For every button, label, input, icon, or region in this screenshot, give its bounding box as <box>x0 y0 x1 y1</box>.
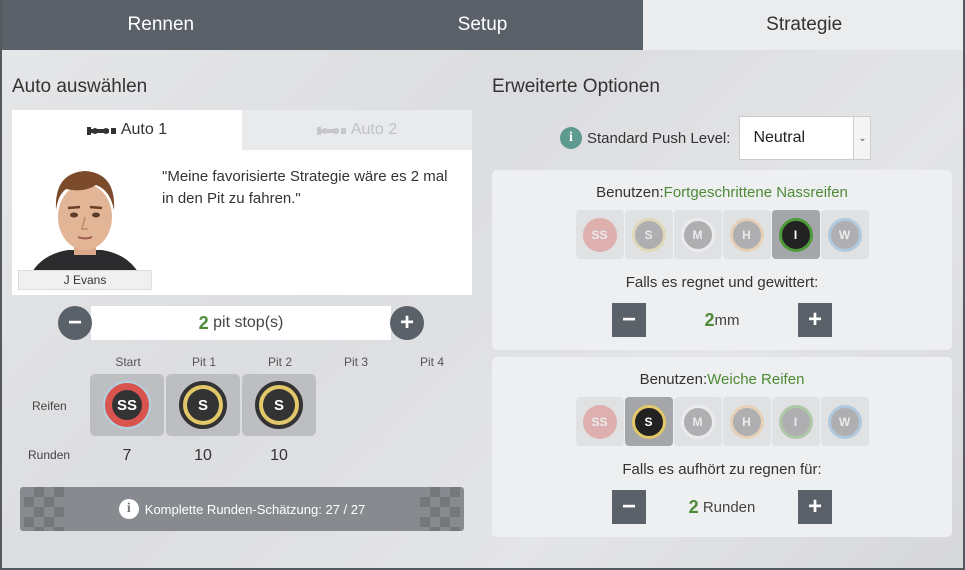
dry-tire-use: Benutzen:Weiche Reifen <box>639 371 805 388</box>
tire-hard-icon: H <box>729 217 764 252</box>
tire-option-ss[interactable]: SS <box>575 397 624 446</box>
car-icon <box>86 124 117 136</box>
tab-setup[interactable]: Setup <box>321 0 644 50</box>
tire-medium-icon: M <box>680 404 715 439</box>
car-tabs: Auto 1 Auto 2 <box>12 110 472 150</box>
pit-header-start: Start <box>115 355 141 369</box>
car-card: Auto 1 Auto 2 J Evans "Meine favorisiert… <box>12 110 472 295</box>
pit-stop-count: 2 pit stop(s) <box>91 306 391 340</box>
select-car-title: Auto auswählen <box>12 76 148 97</box>
pit-stop-stepper: − 2 pit stop(s) + <box>58 306 424 340</box>
rain-amount-value: 2 mm <box>704 309 740 330</box>
pit-header-4: Pit 4 <box>419 355 444 369</box>
tab-car-1[interactable]: Auto 1 <box>12 110 242 150</box>
tab-rennen[interactable]: Rennen <box>0 0 322 50</box>
tire-supersoft-icon: SS <box>582 404 617 439</box>
wet-tire-options: Benutzen:Fortgeschrittene Nassreifen SS … <box>492 170 952 350</box>
advanced-options-title: Erweiterte Optionen <box>492 76 660 97</box>
tire-option-h[interactable]: H <box>722 397 771 446</box>
car-icon <box>316 124 347 136</box>
push-level-row: i Standard Push Level: Neutral ⌄ <box>560 116 872 160</box>
checkered-flag-icon <box>24 487 64 531</box>
pit-header-1: Pit 1 <box>191 355 216 369</box>
tire-option-w[interactable]: W <box>820 210 869 259</box>
tire-soft-icon: S <box>631 217 666 252</box>
wet-condition-label: Falls es regnet und gewittert: <box>625 274 819 291</box>
pit-header-2: Pit 2 <box>267 355 292 369</box>
tire-option-w[interactable]: W <box>820 397 869 446</box>
info-icon[interactable]: i <box>560 127 582 149</box>
laps-row-label: Runden <box>28 448 71 462</box>
push-level-label: Standard Push Level: <box>587 129 731 147</box>
tire-option-m[interactable]: M <box>673 210 722 259</box>
car-2-label: Auto 2 <box>350 121 398 138</box>
tab-car-2[interactable]: Auto 2 <box>242 110 472 150</box>
tab-strategie[interactable]: Strategie <box>643 0 965 50</box>
dry-laps-increase-button[interactable]: + <box>798 490 832 524</box>
dry-tire-name: Weiche Reifen <box>707 371 805 388</box>
chevron-down-icon: ⌄ <box>853 117 871 159</box>
dry-laps-decrease-button[interactable]: − <box>612 490 646 524</box>
tire-option-i[interactable]: I <box>771 397 820 446</box>
tire-hard-icon: H <box>729 404 764 439</box>
tire-supersoft-icon: SS <box>582 217 617 252</box>
tire-intermediate-icon: I <box>778 217 813 252</box>
pit-stop-number: 2 <box>198 312 209 333</box>
checkered-flag-icon <box>420 487 460 531</box>
tire-wet-icon: W <box>827 404 862 439</box>
lap-estimate-text: Komplette Runden-Schätzung: 27 / 27 <box>144 501 366 517</box>
stint-tire-pit-1[interactable]: S <box>166 374 240 436</box>
dry-laps-value: 2 Runden <box>688 496 756 517</box>
lap-estimate-bar: i Komplette Runden-Schätzung: 27 / 27 <box>20 487 464 531</box>
tires-row-label: Reifen <box>32 399 67 413</box>
tire-intermediate-icon: I <box>778 404 813 439</box>
main-tabs: Rennen Setup Strategie <box>0 0 965 50</box>
pit-stop-decrease-button[interactable]: − <box>58 306 92 340</box>
dry-condition-label: Falls es aufhört zu regnen für: <box>622 461 822 478</box>
wet-tire-use: Benutzen:Fortgeschrittene Nassreifen <box>596 184 848 201</box>
info-icon: i <box>118 499 139 519</box>
pit-stop-label: pit stop(s) <box>213 314 284 331</box>
tire-soft-icon: S <box>631 404 666 439</box>
wet-tire-selector: SS S M H I W <box>492 210 952 259</box>
tire-soft-icon: S <box>179 381 227 429</box>
tire-soft-icon: S <box>255 381 303 429</box>
push-level-value: Neutral <box>753 129 806 146</box>
stint-tire-start[interactable]: SS <box>90 374 164 436</box>
tire-medium-icon: M <box>680 217 715 252</box>
dry-tire-selector: SS S M H I W <box>492 397 952 446</box>
tire-option-s[interactable]: S <box>624 210 673 259</box>
stint-tire-pit-2[interactable]: S <box>242 374 316 436</box>
tire-option-h[interactable]: H <box>722 210 771 259</box>
pit-header-3: Pit 3 <box>343 355 368 369</box>
wet-tire-name: Fortgeschrittene Nassreifen <box>663 184 848 201</box>
pit-headers: Start Pit 1 Pit 2 Pit 3 Pit 4 <box>90 355 470 369</box>
tire-option-m[interactable]: M <box>673 397 722 446</box>
tire-option-i[interactable]: I <box>771 210 820 259</box>
tire-wet-icon: W <box>827 217 862 252</box>
tire-option-ss[interactable]: SS <box>575 210 624 259</box>
stint-laps-pit-2: 10 <box>270 447 288 464</box>
rain-amount-stepper: − 2 mm + <box>492 303 952 337</box>
driver-name: J Evans <box>18 270 152 290</box>
stint-laps-start: 7 <box>122 447 132 464</box>
push-level-select[interactable]: Neutral ⌄ <box>739 116 872 160</box>
pit-stop-increase-button[interactable]: + <box>390 306 424 340</box>
stint-laps-pit-1: 10 <box>194 447 212 464</box>
rain-decrease-button[interactable]: − <box>612 303 646 337</box>
car-1-label: Auto 1 <box>120 121 168 138</box>
dry-laps-stepper: − 2 Runden + <box>492 490 952 524</box>
tire-option-s[interactable]: S <box>624 397 673 446</box>
driver-quote: "Meine favorisierte Strategie wäre es 2 … <box>162 168 448 207</box>
rain-increase-button[interactable]: + <box>798 303 832 337</box>
dry-tire-options: Benutzen:Weiche Reifen SS S M H I W Fall… <box>492 357 952 537</box>
tire-supersoft-icon: SS <box>103 381 151 429</box>
